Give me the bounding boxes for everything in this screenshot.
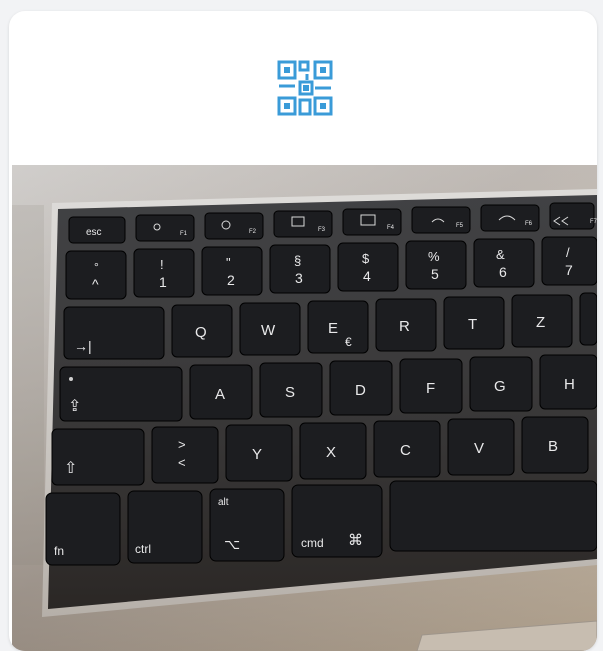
key-4-top: $: [362, 251, 370, 266]
key-2: 2: [227, 272, 235, 288]
key-d: D: [355, 382, 366, 399]
key-f7: F7: [590, 219, 597, 225]
key-shift: ⇧: [64, 460, 77, 477]
key-h: H: [564, 376, 575, 393]
key-3-top: §: [294, 253, 301, 268]
key-fn: fn: [54, 544, 64, 558]
key-caps-lock: ⇪: [68, 398, 81, 415]
key-f1: F1: [180, 231, 188, 237]
key-euro: €: [345, 335, 352, 349]
key-command-symbol: ⌘: [348, 532, 363, 549]
key-z: Z: [536, 314, 545, 331]
caps-lock-led-icon: [69, 377, 73, 381]
key-7-top: /: [566, 245, 570, 260]
key-a: A: [215, 386, 225, 403]
key-b: B: [548, 438, 558, 455]
key-angle: <: [178, 455, 186, 470]
key-w: W: [261, 322, 276, 339]
key-f3: F3: [318, 227, 326, 233]
key-ctrl: ctrl: [135, 542, 151, 556]
key-4: 4: [363, 268, 371, 284]
key-2-top: ": [226, 255, 231, 270]
key-s: S: [285, 384, 295, 401]
key-cmd: cmd: [301, 536, 324, 550]
key-3: 3: [295, 270, 303, 286]
key-e: E: [328, 320, 338, 337]
key-x: X: [326, 444, 336, 461]
key-f5: F5: [456, 223, 464, 229]
key-f6: F6: [525, 221, 533, 227]
qr-code-icon[interactable]: [277, 60, 333, 116]
key-caret: ^: [92, 276, 99, 292]
key-g: G: [494, 378, 506, 395]
key-1-top: !: [160, 257, 164, 272]
key-caret-top: °: [94, 260, 99, 274]
key-option-symbol: ⌥: [224, 536, 240, 552]
key-6: 6: [499, 264, 507, 280]
key-t: T: [468, 316, 477, 333]
key-esc: esc: [86, 227, 102, 238]
key-f2: F2: [249, 229, 257, 235]
key-f: F: [426, 380, 435, 397]
key-f4: F4: [387, 225, 395, 231]
key-6-top: &: [496, 247, 505, 262]
key-c: C: [400, 442, 411, 459]
key-alt: alt: [218, 497, 229, 508]
key-tab: →|: [74, 338, 92, 354]
key-5-top: %: [428, 249, 440, 264]
key-y: Y: [252, 446, 262, 463]
key-v: V: [474, 440, 484, 457]
key-r: R: [399, 318, 410, 335]
key-5: 5: [431, 266, 439, 282]
key-7: 7: [565, 262, 573, 278]
key-angle-top: >: [178, 437, 186, 452]
key-1: 1: [159, 274, 167, 290]
scan-card: esc F1 F2 F3 F4 F5 F6 F7 ° ^ ! 1 " 2 § 3…: [9, 11, 597, 651]
keyboard-photo: esc F1 F2 F3 F4 F5 F6 F7 ° ^ ! 1 " 2 § 3…: [12, 165, 597, 651]
key-q: Q: [195, 324, 207, 341]
